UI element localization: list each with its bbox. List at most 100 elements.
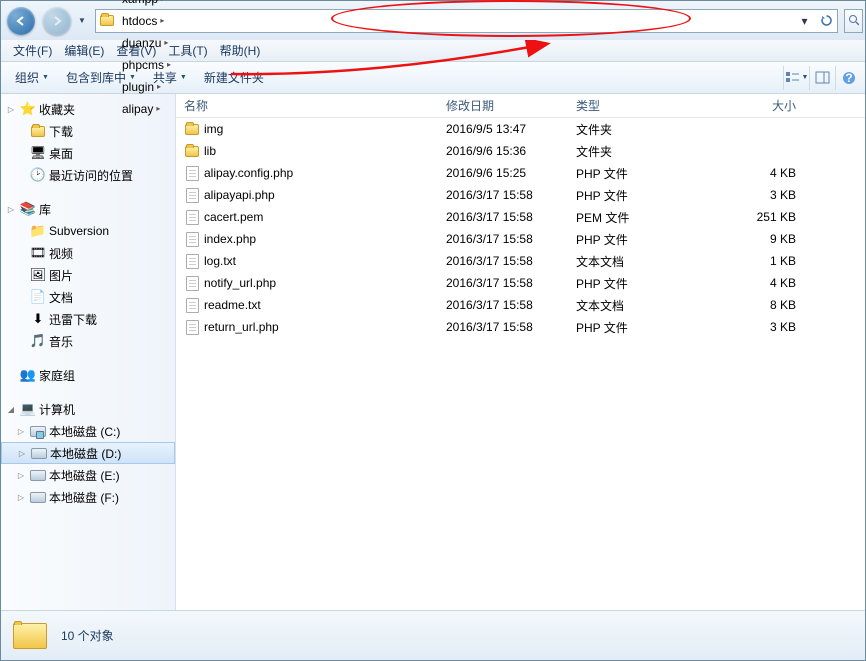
tree-recent[interactable]: 🕑最近访问的位置 xyxy=(1,164,175,186)
organize-button[interactable]: 组织▼ xyxy=(9,65,55,90)
drive-c-label: 本地磁盘 (C:) xyxy=(49,423,120,440)
folder-icon xyxy=(9,615,51,657)
file-size: 8 KB xyxy=(716,298,816,312)
documents-icon: 📄 xyxy=(29,288,47,306)
chevron-right-icon: ▸ xyxy=(167,60,171,69)
table-row[interactable]: readme.txt2016/3/17 15:58文本文档8 KB xyxy=(176,294,865,316)
preview-pane-button[interactable] xyxy=(809,66,835,90)
tree-drive-f[interactable]: ▷本地磁盘 (F:) xyxy=(1,486,175,508)
tree-desktop[interactable]: 🖥桌面 xyxy=(1,142,175,164)
history-dropdown[interactable]: ▼ xyxy=(75,11,89,31)
help-icon: ? xyxy=(842,71,856,85)
tree-libraries[interactable]: ▷📚库 xyxy=(1,198,175,220)
address-dropdown-button[interactable]: ▾ xyxy=(793,10,815,32)
table-row[interactable]: notify_url.php2016/3/17 15:58PHP 文件4 KB xyxy=(176,272,865,294)
breadcrumb-item[interactable]: htdocs▸ xyxy=(118,10,204,32)
col-type[interactable]: 类型 xyxy=(568,97,716,114)
breadcrumb-item[interactable]: alipay▸ xyxy=(118,98,204,120)
drive-icon xyxy=(29,488,47,506)
tree-documents[interactable]: 📄文档 xyxy=(1,286,175,308)
drive-icon xyxy=(30,444,48,462)
xunlei-label: 迅雷下载 xyxy=(49,311,97,328)
help-button[interactable]: ? xyxy=(835,66,861,90)
arrow-right-icon xyxy=(51,15,63,27)
menu-help[interactable]: 帮助(H) xyxy=(214,40,267,61)
subversion-label: Subversion xyxy=(49,224,109,238)
folder-icon xyxy=(184,121,200,137)
preview-icon xyxy=(815,71,830,84)
breadcrumb-label: alipay xyxy=(122,102,153,116)
status-bar: 10 个对象 xyxy=(1,610,865,660)
breadcrumb-label: xampp xyxy=(122,0,158,6)
nav-pane[interactable]: ▷⭐收藏夹 下载 🖥桌面 🕑最近访问的位置 ▷📚库 📁Subversion 🎞视… xyxy=(1,94,176,610)
folder-icon xyxy=(184,143,200,159)
main-body: ▷⭐收藏夹 下载 🖥桌面 🕑最近访问的位置 ▷📚库 📁Subversion 🎞视… xyxy=(1,94,865,610)
file-name: img xyxy=(204,122,223,136)
menu-edit[interactable]: 编辑(E) xyxy=(58,40,110,61)
tree-computer[interactable]: ◢💻计算机 xyxy=(1,398,175,420)
breadcrumb-item[interactable]: xampp▸ xyxy=(118,0,204,10)
chevron-right-icon: ▸ xyxy=(156,104,160,113)
tree-music[interactable]: 🎵音乐 xyxy=(1,330,175,352)
col-size[interactable]: 大小 xyxy=(716,97,816,114)
table-row[interactable]: log.txt2016/3/17 15:58文本文档1 KB xyxy=(176,250,865,272)
column-headers: 名称 修改日期 类型 大小 xyxy=(176,94,865,118)
pictures-label: 图片 xyxy=(49,267,73,284)
videos-label: 视频 xyxy=(49,245,73,262)
address-bar[interactable]: ▸计算机▸本地磁盘 (D:)▸xampp▸htdocs▸duanzu▸phpcm… xyxy=(95,9,838,33)
file-date: 2016/3/17 15:58 xyxy=(438,254,568,268)
table-row[interactable]: index.php2016/3/17 15:58PHP 文件9 KB xyxy=(176,228,865,250)
breadcrumb-item[interactable]: duanzu▸ xyxy=(118,32,204,54)
file-date: 2016/3/17 15:58 xyxy=(438,298,568,312)
col-date[interactable]: 修改日期 xyxy=(438,97,568,114)
organize-label: 组织 xyxy=(15,69,39,86)
table-row[interactable]: alipayapi.php2016/3/17 15:58PHP 文件3 KB xyxy=(176,184,865,206)
tree-drive-d[interactable]: ▷本地磁盘 (D:) xyxy=(1,442,175,464)
file-type: 文件夹 xyxy=(568,143,716,160)
nav-back-button[interactable] xyxy=(7,7,35,35)
refresh-button[interactable] xyxy=(815,10,837,32)
table-row[interactable]: lib2016/9/6 15:36文件夹 xyxy=(176,140,865,162)
tree-videos[interactable]: 🎞视频 xyxy=(1,242,175,264)
search-icon xyxy=(848,14,859,27)
view-mode-button[interactable]: ▼ xyxy=(783,66,809,90)
tree-xunlei[interactable]: ⬇迅雷下载 xyxy=(1,308,175,330)
file-date: 2016/9/6 15:36 xyxy=(438,144,568,158)
table-row[interactable]: cacert.pem2016/3/17 15:58PEM 文件251 KB xyxy=(176,206,865,228)
favorites-label: 收藏夹 xyxy=(39,101,75,118)
refresh-icon xyxy=(820,14,833,27)
nav-forward-button[interactable] xyxy=(43,7,71,35)
col-name[interactable]: 名称 xyxy=(176,97,438,114)
tree-pictures[interactable]: 🖼图片 xyxy=(1,264,175,286)
chevron-right-icon: ▸ xyxy=(157,82,161,91)
file-name: readme.txt xyxy=(204,298,261,312)
file-type: PHP 文件 xyxy=(568,187,716,204)
file-name: notify_url.php xyxy=(204,276,276,290)
file-name: index.php xyxy=(204,232,256,246)
tree-drive-e[interactable]: ▷本地磁盘 (E:) xyxy=(1,464,175,486)
drive-icon xyxy=(29,422,47,440)
tree-homegroup[interactable]: 👥家庭组 xyxy=(1,364,175,386)
homegroup-icon: 👥 xyxy=(19,366,37,384)
subversion-icon: 📁 xyxy=(29,222,47,240)
breadcrumb-item[interactable]: plugin▸ xyxy=(118,76,204,98)
file-type: PHP 文件 xyxy=(568,165,716,182)
chevron-right-icon: ▸ xyxy=(161,0,165,3)
table-row[interactable]: alipay.config.php2016/9/6 15:25PHP 文件4 K… xyxy=(176,162,865,184)
menu-file[interactable]: 文件(F) xyxy=(7,40,58,61)
tree-drive-c[interactable]: ▷本地磁盘 (C:) xyxy=(1,420,175,442)
table-row[interactable]: img2016/9/5 13:47文件夹 xyxy=(176,118,865,140)
file-type: PHP 文件 xyxy=(568,275,716,292)
file-list-pane[interactable]: 名称 修改日期 类型 大小 img2016/9/5 13:47文件夹lib201… xyxy=(176,94,865,610)
new-folder-button[interactable]: 新建文件夹 xyxy=(198,65,270,90)
tree-subversion[interactable]: 📁Subversion xyxy=(1,220,175,242)
search-box[interactable] xyxy=(844,9,863,33)
chevron-right-icon: ▸ xyxy=(160,16,164,25)
file-type: 文本文档 xyxy=(568,253,716,270)
desktop-icon: 🖥 xyxy=(29,144,47,162)
breadcrumb-label: duanzu xyxy=(122,36,161,50)
table-row[interactable]: return_url.php2016/3/17 15:58PHP 文件3 KB xyxy=(176,316,865,338)
tree-downloads[interactable]: 下载 xyxy=(1,120,175,142)
breadcrumb-item[interactable]: phpcms▸ xyxy=(118,54,204,76)
file-icon xyxy=(184,187,200,203)
